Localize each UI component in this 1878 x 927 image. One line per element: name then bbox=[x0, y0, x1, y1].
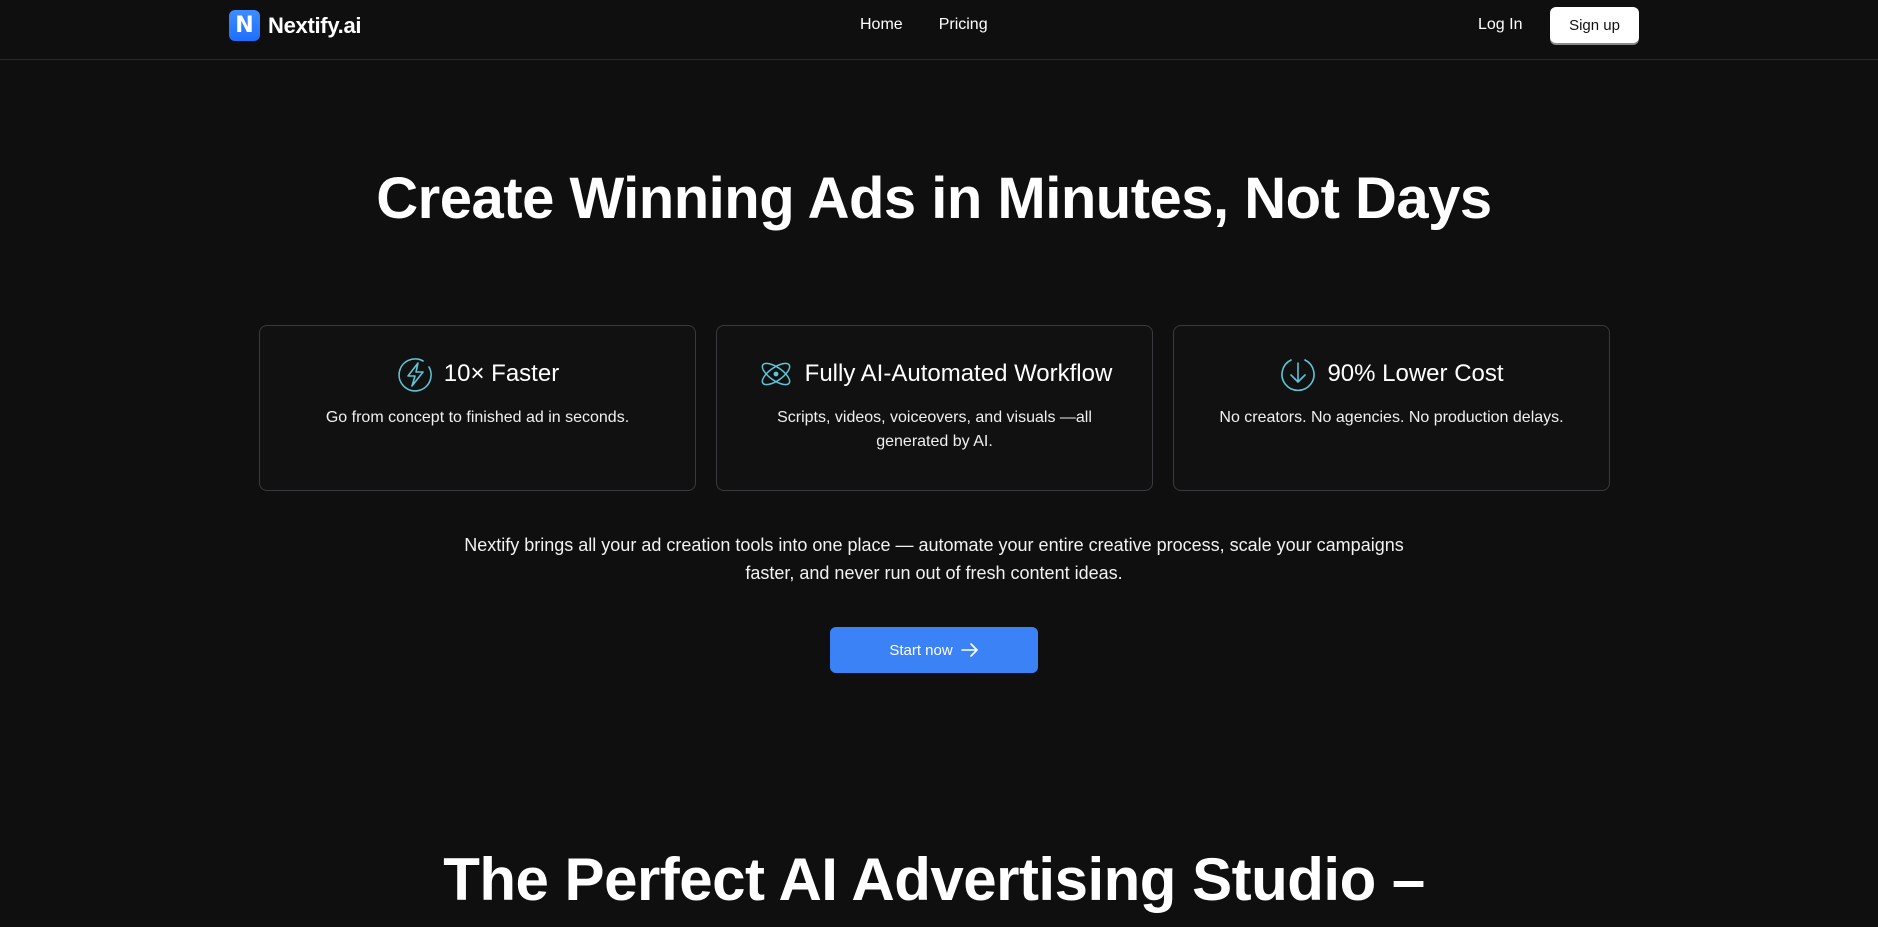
nav-links: Home Pricing bbox=[860, 16, 988, 34]
feature-card-speed: 10× Faster Go from concept to finished a… bbox=[259, 325, 696, 491]
section-title: The Perfect AI Advertising Studio – bbox=[443, 846, 1425, 913]
feature-cards: 10× Faster Go from concept to finished a… bbox=[259, 325, 1610, 491]
start-now-label: Start now bbox=[889, 641, 953, 659]
hero-title: Create Winning Ads in Minutes, Not Days bbox=[376, 166, 1492, 231]
hero-lede: Nextify brings all your ad creation tool… bbox=[464, 535, 1404, 583]
arrow-down-circle-icon bbox=[1281, 359, 1316, 392]
brand-name: Nextify.ai bbox=[268, 12, 362, 38]
feature-card-automation: Fully AI-Automated Workflow Scripts, vid… bbox=[716, 325, 1153, 491]
signup-button[interactable]: Sign up bbox=[1550, 7, 1639, 43]
feature-card-title: Fully AI-Automated Workflow bbox=[804, 360, 1113, 387]
feature-card-title: 90% Lower Cost bbox=[1327, 360, 1504, 387]
feature-card-description: No creators. No agencies. No production … bbox=[1219, 409, 1564, 426]
brand-mark-icon: N bbox=[229, 10, 260, 41]
feature-card-description: Scripts, videos, voiceovers, and visuals… bbox=[777, 409, 1092, 450]
login-link[interactable]: Log In bbox=[1478, 16, 1522, 34]
lightning-icon bbox=[398, 358, 432, 392]
top-navbar: N Nextify.ai Home Pricing Log In Sign up bbox=[0, 0, 1878, 60]
arrow-right-icon bbox=[960, 643, 978, 657]
start-now-button[interactable]: Start now bbox=[830, 627, 1038, 673]
nav-link-pricing[interactable]: Pricing bbox=[939, 16, 988, 34]
brand-logo[interactable]: N Nextify.ai bbox=[229, 10, 361, 41]
nav-link-home[interactable]: Home bbox=[860, 16, 903, 34]
feature-card-title: 10× Faster bbox=[443, 360, 560, 387]
feature-card-description: Go from concept to finished ad in second… bbox=[325, 409, 630, 426]
atom-icon bbox=[761, 362, 791, 386]
feature-card-cost: 90% Lower Cost No creators. No agencies.… bbox=[1173, 325, 1610, 491]
